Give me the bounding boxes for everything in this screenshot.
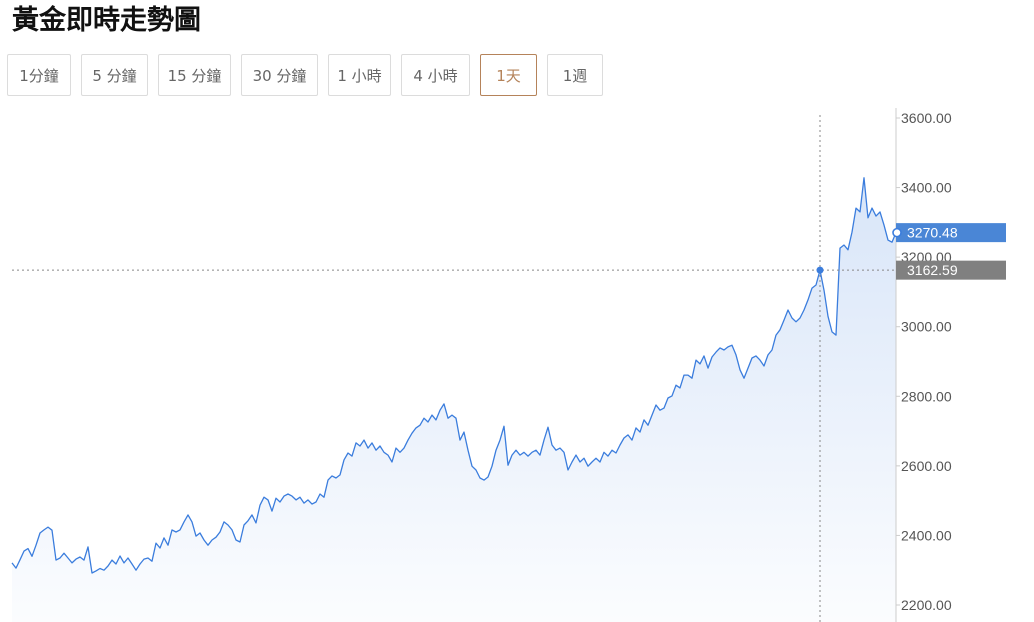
crosshair-point (816, 266, 824, 274)
y-tick-label: 3400.00 (901, 180, 952, 196)
tab-4-hours[interactable]: 4 小時 (401, 54, 470, 96)
area-layer (12, 177, 896, 622)
last-price-label: 3270.48 (907, 225, 958, 241)
y-tick-label: 2600.00 (901, 458, 952, 474)
tab-1-week[interactable]: 1週 (547, 54, 603, 96)
page-title: 黃金即時走勢圖 (12, 5, 201, 36)
y-tick-label: 3000.00 (901, 319, 952, 335)
crosshair-price-label: 3162.59 (907, 262, 958, 278)
tab-15-minutes[interactable]: 15 分鐘 (158, 54, 231, 96)
last-price-marker (892, 227, 902, 238)
tab-5-minutes[interactable]: 5 分鐘 (81, 54, 148, 96)
tab-1-day[interactable]: 1天 (480, 54, 537, 96)
y-tick-label: 2200.00 (901, 597, 952, 613)
y-tick-label: 2800.00 (901, 388, 952, 404)
y-tick-label: 3600.00 (901, 110, 952, 126)
y-axis: 3600.003400.003200.003000.002800.002600.… (895, 108, 952, 622)
timeframe-tabs: 1分鐘 5 分鐘 15 分鐘 30 分鐘 1 小時 4 小時 1天 1週 (0, 54, 620, 96)
price-area (12, 177, 896, 622)
tab-1-minute[interactable]: 1分鐘 (7, 54, 71, 96)
y-tick-label: 2400.00 (901, 527, 952, 543)
tab-1-hour[interactable]: 1 小時 (328, 54, 391, 96)
tab-30-minutes[interactable]: 30 分鐘 (241, 54, 318, 96)
